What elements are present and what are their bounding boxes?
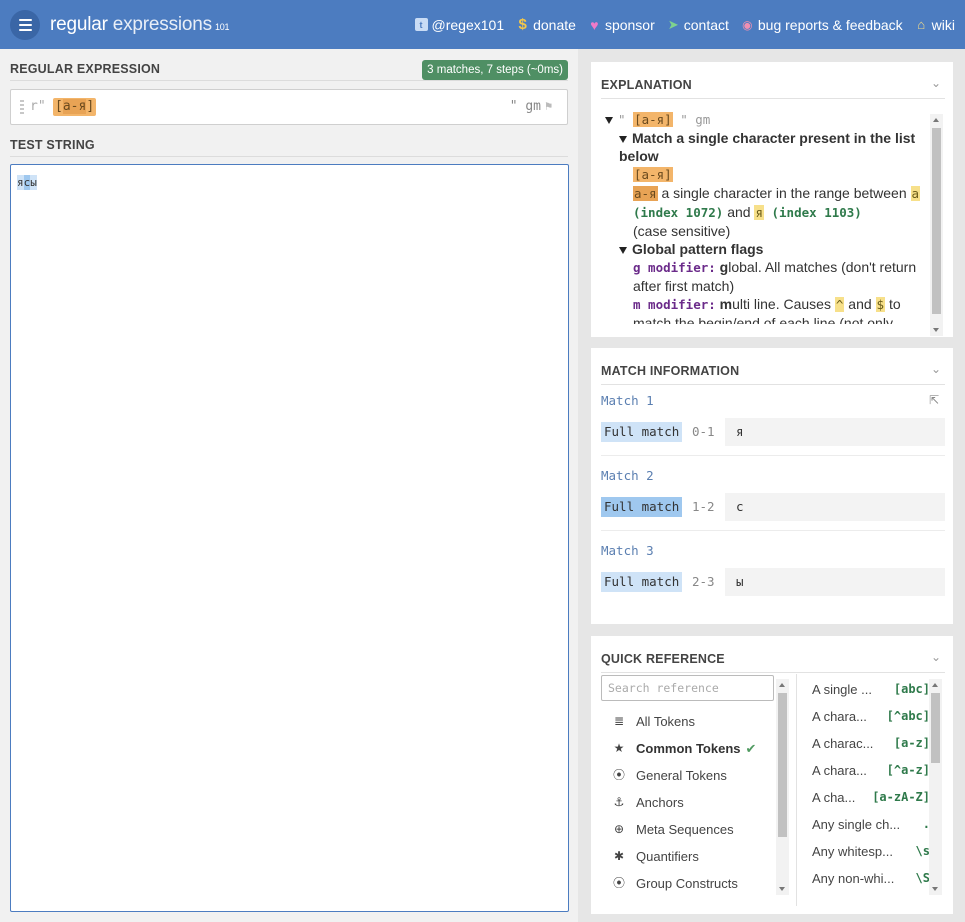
match-row[interactable]: Full match 0-1 я bbox=[601, 418, 945, 446]
scroll-up-icon[interactable] bbox=[932, 683, 938, 687]
match-label: Match 3 bbox=[601, 543, 654, 558]
anchor-icon: ⚓ bbox=[613, 795, 625, 809]
match-highlight: я bbox=[17, 175, 24, 190]
hamburger-icon bbox=[18, 18, 32, 21]
twitter-icon: t bbox=[414, 18, 428, 31]
nav-twitter[interactable]: t @regex101 bbox=[414, 17, 504, 33]
token-item[interactable]: A chara... [^a-z] bbox=[812, 757, 930, 784]
regex-flags[interactable]: " gm bbox=[510, 99, 541, 114]
reference-category-list: ≣ All Tokens ★ Common Tokens ✔ ⦿ General Tok… bbox=[601, 708, 776, 897]
category-anchors[interactable]: ⚓ Anchors bbox=[601, 789, 776, 816]
asterisk-icon: ✱ bbox=[613, 849, 625, 863]
drag-handle-icon[interactable] bbox=[20, 100, 24, 114]
logo[interactable]: regular expressions 101 bbox=[50, 14, 230, 36]
database-icon: ≣ bbox=[613, 714, 625, 728]
scroll-up-icon[interactable] bbox=[779, 683, 785, 687]
token-item[interactable]: A single ... [abc] bbox=[812, 676, 930, 703]
regex-input[interactable]: r" [а-я] " gm ⚑ bbox=[10, 89, 568, 125]
checkmark-icon: ✔ bbox=[745, 741, 757, 756]
category-all-tokens[interactable]: ≣ All Tokens bbox=[601, 708, 776, 735]
nav-contact[interactable]: ➤ contact bbox=[667, 17, 729, 33]
match-information-panel: MATCH INFORMATION ⌄ ⇱ Match 1 Full match… bbox=[591, 348, 953, 624]
top-header: regular expressions 101 t @regex101 $ do… bbox=[0, 0, 965, 49]
explanation-scrollbar[interactable] bbox=[930, 114, 943, 336]
match-info-title: MATCH INFORMATION bbox=[601, 364, 740, 378]
target-icon: ⦿ bbox=[612, 768, 625, 782]
category-quantifiers[interactable]: ✱ Quantifiers bbox=[601, 843, 776, 870]
nav-bug-reports[interactable]: ◉ bug reports & feedback bbox=[741, 17, 903, 33]
chevron-down-icon[interactable]: ⌄ bbox=[931, 362, 943, 376]
explanation-root: " [а-я] " gm bbox=[605, 110, 927, 129]
caret-down-icon[interactable] bbox=[605, 116, 613, 124]
test-string-text: я с ы bbox=[17, 175, 37, 190]
token-item[interactable]: A charac... [a-z] bbox=[812, 730, 930, 757]
flags-heading: Global pattern flags bbox=[605, 240, 927, 258]
test-section-label: TEST STRING bbox=[10, 138, 95, 152]
chevron-down-icon[interactable]: ⌄ bbox=[931, 650, 943, 664]
explanation-panel: EXPLANATION ⌄ " [а-я] " gm Match a singl… bbox=[591, 62, 953, 337]
match-row[interactable]: Full match 1-2 с bbox=[601, 493, 945, 521]
m-modifier-explanation: m modifier: multi line. Causes ^ and $ t… bbox=[633, 296, 901, 324]
nav-donate[interactable]: $ donate bbox=[516, 16, 576, 33]
match-highlight: ы bbox=[30, 175, 37, 190]
heart-icon: ♥ bbox=[590, 16, 599, 33]
g-modifier-explanation: g modifier: global. All matches (don't r… bbox=[633, 259, 917, 294]
paper-plane-icon: ➤ bbox=[667, 16, 679, 32]
token-item[interactable]: Any whitesp... \s bbox=[812, 838, 930, 865]
scroll-down-icon[interactable] bbox=[932, 887, 938, 891]
scroll-down-icon[interactable] bbox=[933, 328, 939, 332]
nav-sponsor[interactable]: ♥ sponsor bbox=[588, 16, 654, 33]
target-icon: ⦿ bbox=[612, 876, 625, 890]
share-icon[interactable]: ⇱ bbox=[929, 393, 939, 407]
test-string-editor[interactable]: я с ы bbox=[10, 164, 569, 912]
token-item[interactable]: A cha... [a-zA-Z] bbox=[812, 784, 930, 811]
token-item[interactable]: Any non-whi... \S bbox=[812, 865, 930, 892]
category-common-tokens[interactable]: ★ Common Tokens ✔ bbox=[601, 735, 776, 762]
quick-reference-panel: QUICK REFERENCE ⌄ Search reference ≣ All … bbox=[591, 636, 953, 914]
scroll-up-icon[interactable] bbox=[933, 118, 939, 122]
category-meta-sequences[interactable]: ⊕ Meta Sequences bbox=[601, 816, 776, 843]
dollar-icon: $ bbox=[518, 16, 527, 33]
caret-down-icon[interactable] bbox=[619, 246, 627, 254]
header-nav: t @regex101 $ donate ♥ sponsor ➤ contact… bbox=[414, 0, 955, 49]
match-highlight: с bbox=[23, 175, 31, 190]
match-row[interactable]: Full match 2-3 ы bbox=[601, 568, 945, 596]
editor-column: REGULAR EXPRESSION 3 matches, 7 steps (~… bbox=[0, 49, 578, 922]
regex-delimiter: r" bbox=[30, 99, 46, 114]
range-explanation: а-я a single character in the range betw… bbox=[633, 185, 921, 220]
token-item[interactable]: A chara... [^abc] bbox=[812, 703, 930, 730]
class-token: [а-я] bbox=[633, 167, 673, 182]
reference-token-list: A single ... [abc] A chara... [^abc] A cha… bbox=[812, 676, 930, 900]
token-item[interactable]: Any single ch.... bbox=[812, 811, 930, 838]
library-icon: ⌂ bbox=[917, 17, 926, 32]
lifebuoy-icon: ⊕ bbox=[613, 822, 625, 836]
flag-icon[interactable]: ⚑ bbox=[545, 100, 557, 112]
caret-down-icon[interactable] bbox=[619, 135, 627, 143]
category-general-tokens[interactable]: ⦿ General Tokens bbox=[601, 762, 776, 789]
match-label: Match 1 bbox=[601, 393, 654, 408]
token-scrollbar[interactable] bbox=[929, 679, 942, 895]
chevron-down-icon[interactable]: ⌄ bbox=[931, 76, 943, 90]
regex-pattern[interactable]: [а-я] bbox=[53, 98, 97, 116]
nav-wiki[interactable]: ⌂ wiki bbox=[915, 17, 955, 33]
scroll-down-icon[interactable] bbox=[779, 887, 785, 891]
category-group-constructs[interactable]: ⦿ Group Constructs bbox=[601, 870, 776, 897]
reference-search-input[interactable]: Search reference bbox=[601, 675, 774, 701]
match-label: Match 2 bbox=[601, 468, 654, 483]
match-heading: Match a single character present in the … bbox=[619, 130, 916, 164]
explanation-tree: " [а-я] " gm Match a single character pr… bbox=[605, 110, 927, 324]
match-count-badge: 3 matches, 7 steps (~0ms) bbox=[422, 60, 568, 80]
quick-reference-title: QUICK REFERENCE bbox=[601, 652, 725, 666]
category-scrollbar[interactable] bbox=[776, 679, 789, 895]
sidebar-column: EXPLANATION ⌄ " [а-я] " gm Match a singl… bbox=[578, 49, 965, 922]
star-icon: ★ bbox=[613, 741, 625, 755]
explanation-title: EXPLANATION bbox=[601, 78, 692, 92]
menu-button[interactable] bbox=[10, 9, 40, 40]
regex-section-label: REGULAR EXPRESSION bbox=[10, 62, 161, 76]
bug-icon: ◉ bbox=[742, 17, 753, 32]
